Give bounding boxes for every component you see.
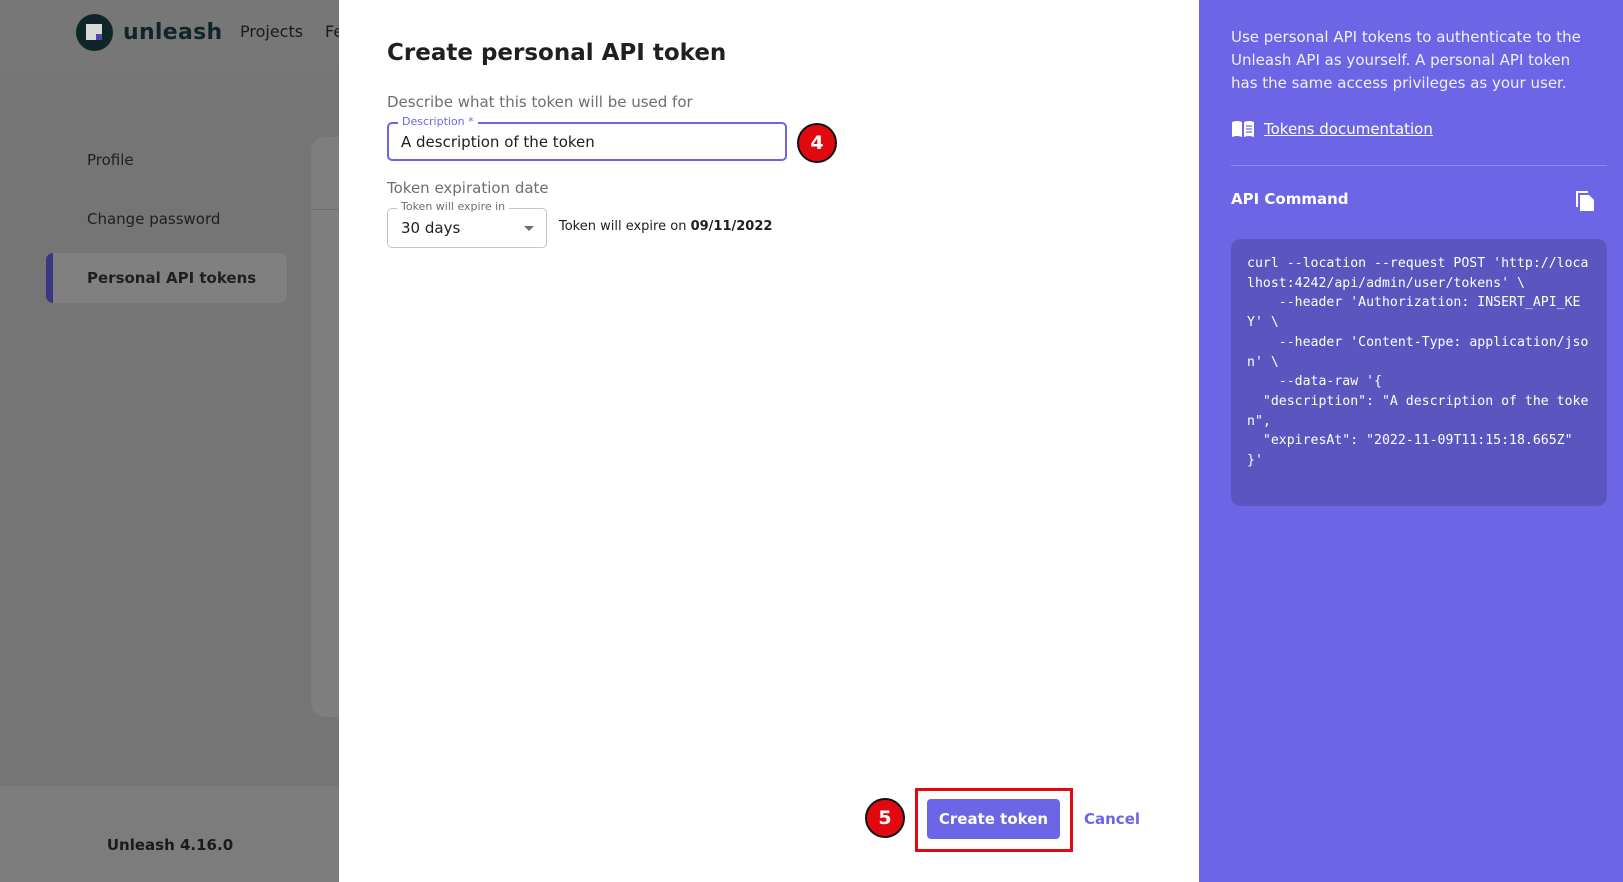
api-command-code: curl --location --request POST 'http://l… [1231, 239, 1607, 506]
unleash-logo-icon [76, 14, 113, 51]
info-panel: Use personal API tokens to authenticate … [1199, 0, 1623, 882]
nav-projects[interactable]: Projects [240, 22, 303, 41]
expire-note: Token will expire on 09/11/2022 [559, 219, 772, 234]
copy-button[interactable] [1571, 186, 1599, 214]
side-item-profile[interactable]: Profile [46, 135, 287, 185]
expiration-select-value: 30 days [401, 219, 461, 237]
profile-side-menu: Profile Change password Personal API tok… [46, 135, 287, 312]
api-command-text: curl --location --request POST 'http://l… [1247, 256, 1589, 469]
side-item-label: Personal API tokens [87, 269, 257, 287]
annotation-badge-5: 5 [865, 798, 905, 838]
description-prompt: Describe what this token will be used fo… [387, 93, 693, 111]
dropdown-caret-icon [524, 226, 534, 231]
api-command-title: API Command [1231, 190, 1349, 208]
expiration-select-label: Token will expire in [397, 200, 510, 214]
app-header: unleash Projects Fe [0, 0, 343, 70]
create-token-modal: Create personal API token Describe what … [339, 0, 1199, 882]
description-field[interactable]: Description * [387, 115, 787, 161]
side-item-label: Change password [87, 210, 221, 228]
book-icon [1232, 121, 1254, 137]
description-input[interactable] [389, 124, 785, 159]
side-item-change-password[interactable]: Change password [46, 194, 287, 244]
annotation-badge-4: 4 [797, 123, 837, 163]
create-token-button[interactable]: Create token [927, 799, 1060, 839]
divider [1231, 165, 1607, 166]
expire-note-prefix: Token will expire on [559, 219, 691, 234]
doc-link-label: Tokens documentation [1264, 120, 1433, 138]
modal-title: Create personal API token [387, 40, 727, 66]
expiration-select[interactable]: Token will expire in 30 days [387, 200, 547, 248]
description-field-label: Description * [398, 115, 478, 129]
version-label: Unleash 4.16.0 [106, 836, 234, 854]
logo-text: unleash [123, 20, 223, 45]
side-item-label: Profile [87, 151, 134, 169]
tokens-documentation-link[interactable]: Tokens documentation [1231, 119, 1433, 139]
info-description: Use personal API tokens to authenticate … [1231, 28, 1581, 92]
copy-icon [1576, 191, 1594, 211]
side-item-personal-api-tokens[interactable]: Personal API tokens [46, 253, 287, 303]
app-footer: Unleash 4.16.0 [0, 786, 340, 882]
expire-date: 09/11/2022 [690, 219, 773, 234]
expiration-prompt: Token expiration date [387, 179, 549, 197]
unleash-logo[interactable]: unleash [76, 14, 223, 51]
cancel-button[interactable]: Cancel [1084, 799, 1140, 839]
